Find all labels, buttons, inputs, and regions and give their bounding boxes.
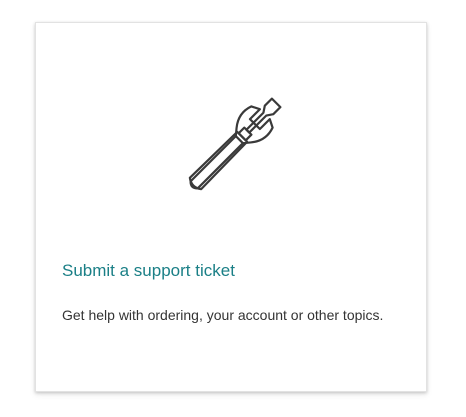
support-ticket-card[interactable]: Submit a support ticket Get help with or… bbox=[35, 22, 427, 392]
card-description: Get help with ordering, your account or … bbox=[62, 307, 384, 323]
tools-icon bbox=[168, 81, 298, 211]
card-title[interactable]: Submit a support ticket bbox=[62, 261, 235, 281]
